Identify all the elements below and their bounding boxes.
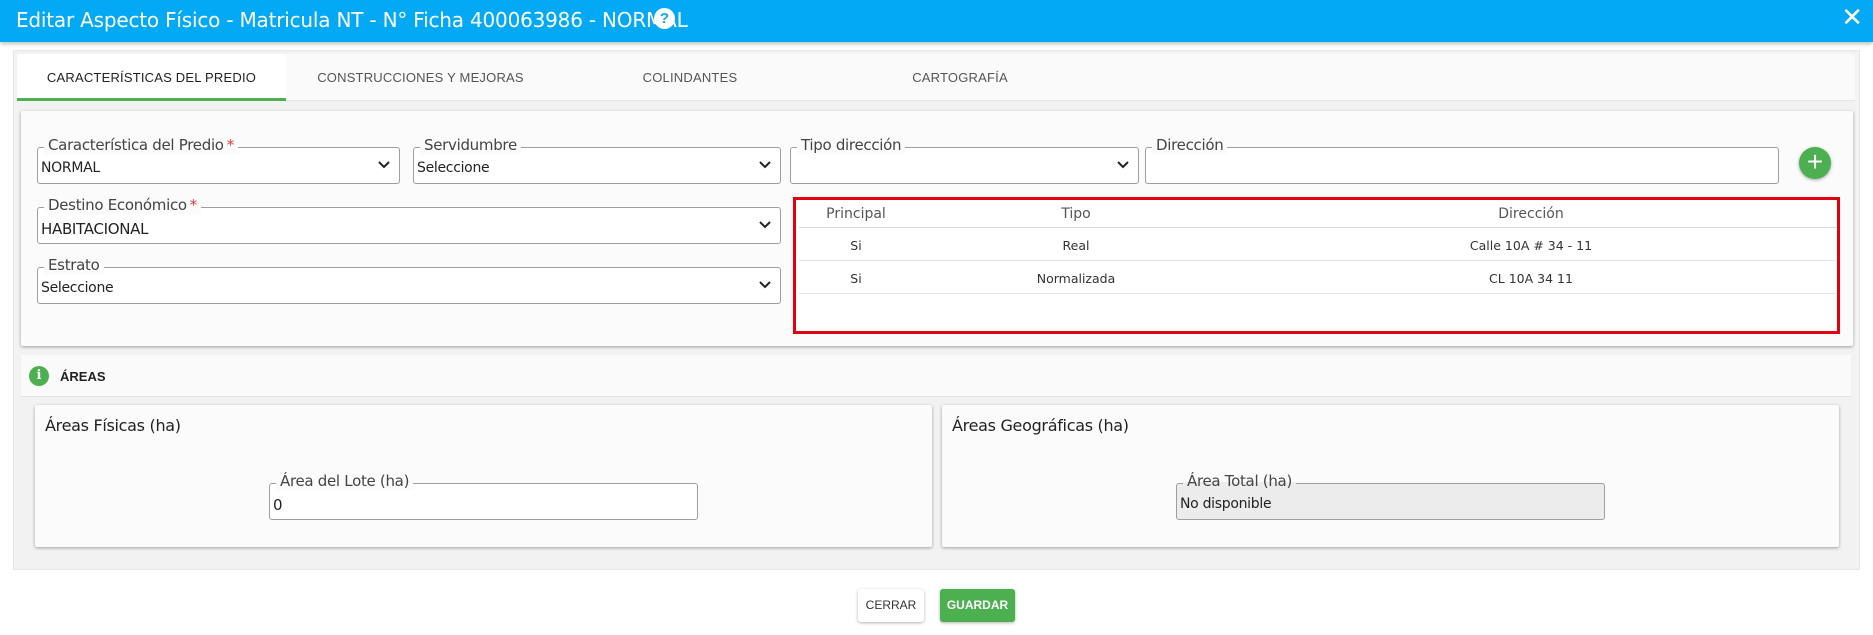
cell-tipo: Real — [1062, 238, 1090, 253]
cell-principal: Si — [850, 271, 862, 286]
address-table: Principal Tipo Dirección Si Real Calle 1… — [793, 197, 1840, 334]
chevron-down-icon — [378, 161, 390, 169]
area-total-value: No disponible — [1180, 496, 1272, 512]
tab-bar: CARACTERÍSTICAS DEL PREDIO CONSTRUCCIONE… — [17, 54, 1855, 101]
direccion-label: Dirección — [1152, 136, 1228, 154]
areas-geograficas-card: Áreas Geográficas (ha) Área Total (ha) N… — [942, 405, 1839, 547]
caracteristicas-card: Característica del Predio * NORMAL Servid… — [21, 111, 1853, 346]
servidumbre-select[interactable]: Servidumbre Seleccione — [413, 136, 781, 184]
caracteristica-value: NORMAL — [41, 160, 100, 176]
areas-fisicas-card: Áreas Físicas (ha) Área del Lote (ha) 0 — [35, 405, 932, 547]
estrato-select[interactable]: Estrato Seleccione — [37, 256, 781, 304]
tipo-direccion-label: Tipo dirección — [797, 136, 906, 154]
tab-colindantes[interactable]: COLINDANTES — [555, 54, 825, 101]
area-lote-input[interactable]: Área del Lote (ha) 0 — [269, 472, 698, 520]
areas-fisicas-title: Áreas Físicas (ha) — [45, 416, 181, 435]
cell-principal: Si — [850, 238, 862, 253]
required-marker: * — [226, 136, 235, 154]
cell-tipo: Normalizada — [1036, 271, 1116, 286]
servidumbre-label: Servidumbre — [420, 136, 521, 154]
dialog-title: Editar Aspecto Físico - Matricula NT - N… — [16, 8, 688, 32]
table-row[interactable]: Si Normalizada CL 10A 34 11 — [799, 261, 1836, 294]
chevron-down-icon — [1117, 161, 1129, 169]
area-lote-value: 0 — [273, 496, 283, 514]
required-marker: * — [189, 196, 198, 214]
tab-construcciones[interactable]: CONSTRUCCIONES Y MEJORAS — [286, 54, 555, 101]
servidumbre-value: Seleccione — [417, 160, 490, 176]
help-icon[interactable]: ? — [654, 8, 675, 29]
guardar-button[interactable]: GUARDAR — [940, 589, 1015, 622]
areas-section-title: ÁREAS — [60, 369, 106, 384]
info-icon: i — [29, 366, 49, 386]
area-total-input: Área Total (ha) No disponible — [1176, 472, 1605, 520]
direccion-input[interactable]: Dirección — [1145, 136, 1779, 184]
estrato-label: Estrato — [44, 256, 104, 274]
add-address-button[interactable]: + — [1799, 147, 1831, 179]
cell-direccion: Calle 10A # 34 - 11 — [1469, 238, 1593, 253]
destino-select[interactable]: Destino Económico * HABITACIONAL — [37, 196, 781, 244]
tab-cartografia[interactable]: CARTOGRAFÍA — [825, 54, 1095, 101]
chevron-down-icon — [759, 281, 771, 289]
destino-label: Destino Económico — [48, 196, 187, 214]
areas-geograficas-title: Áreas Geográficas (ha) — [952, 416, 1129, 435]
chevron-down-icon — [759, 221, 771, 229]
chevron-down-icon — [759, 161, 771, 169]
destino-value: HABITACIONAL — [41, 220, 149, 238]
table-row[interactable]: Si Real Calle 10A # 34 - 11 — [799, 228, 1836, 261]
caracteristica-select[interactable]: Característica del Predio * NORMAL — [37, 136, 400, 184]
area-lote-label: Área del Lote (ha) — [276, 472, 414, 490]
cell-direccion: CL 10A 34 11 — [1489, 271, 1573, 286]
area-total-label: Área Total (ha) — [1183, 472, 1296, 490]
tab-caracteristicas[interactable]: CARACTERÍSTICAS DEL PREDIO — [17, 54, 286, 101]
table-header-row — [799, 200, 1836, 228]
caracteristica-label: Característica del Predio — [48, 136, 224, 154]
estrato-value: Seleccione — [41, 280, 114, 296]
dialog-titlebar: Editar Aspecto Físico - Matricula NT - N… — [0, 0, 1873, 42]
close-icon[interactable]: ✕ — [1841, 4, 1863, 30]
cerrar-button[interactable]: CERRAR — [858, 589, 924, 622]
areas-section-header[interactable]: i ÁREAS — [21, 355, 1851, 397]
tipo-direccion-select[interactable]: Tipo dirección — [790, 136, 1139, 184]
